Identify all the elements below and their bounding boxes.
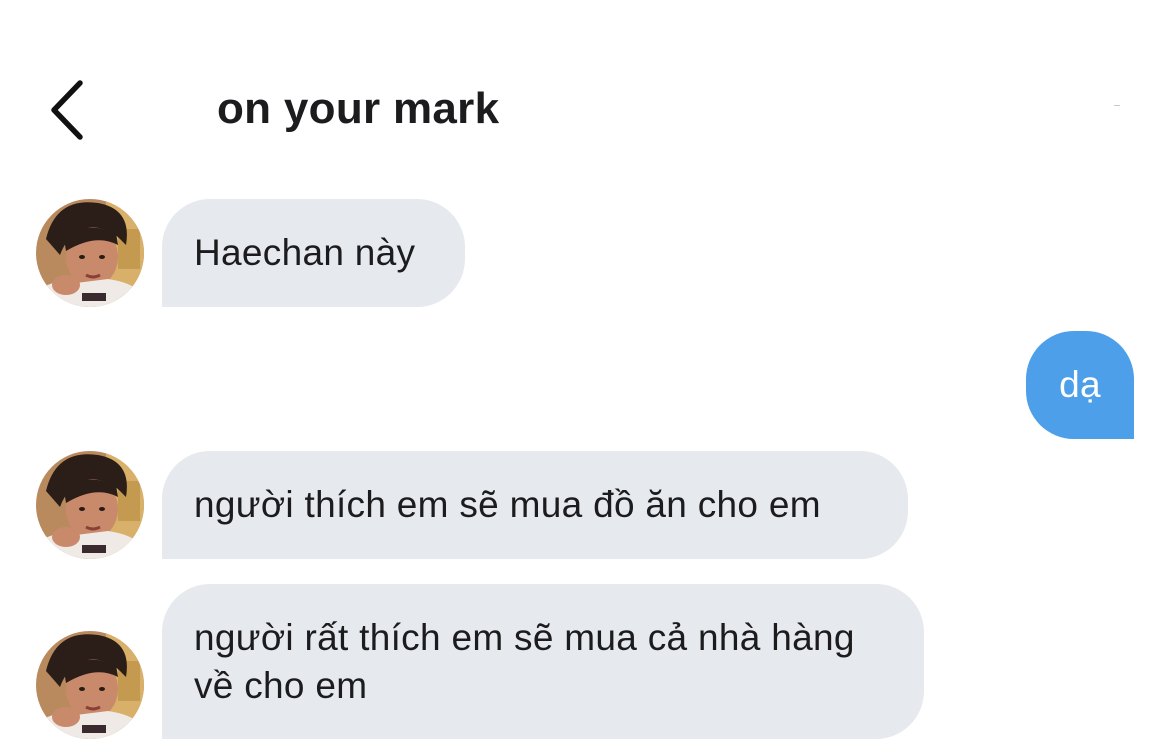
- chat-header: on your mark: [0, 60, 1168, 160]
- avatar[interactable]: [36, 451, 144, 559]
- message-bubble-incoming[interactable]: người thích em sẽ mua đồ ăn cho em: [162, 451, 908, 559]
- message-bubble-outgoing[interactable]: dạ: [1026, 331, 1134, 439]
- back-button[interactable]: [40, 78, 92, 142]
- message-bubble-incoming[interactable]: Haechan này: [162, 199, 465, 307]
- chat-title: on your mark: [217, 84, 500, 133]
- avatar[interactable]: [36, 199, 144, 307]
- avatar[interactable]: [36, 631, 144, 739]
- header-divider: [1114, 105, 1120, 106]
- message-bubble-incoming[interactable]: người rất thích em sẽ mua cả nhà hàng về…: [162, 584, 924, 739]
- chevron-left-icon: [51, 80, 83, 140]
